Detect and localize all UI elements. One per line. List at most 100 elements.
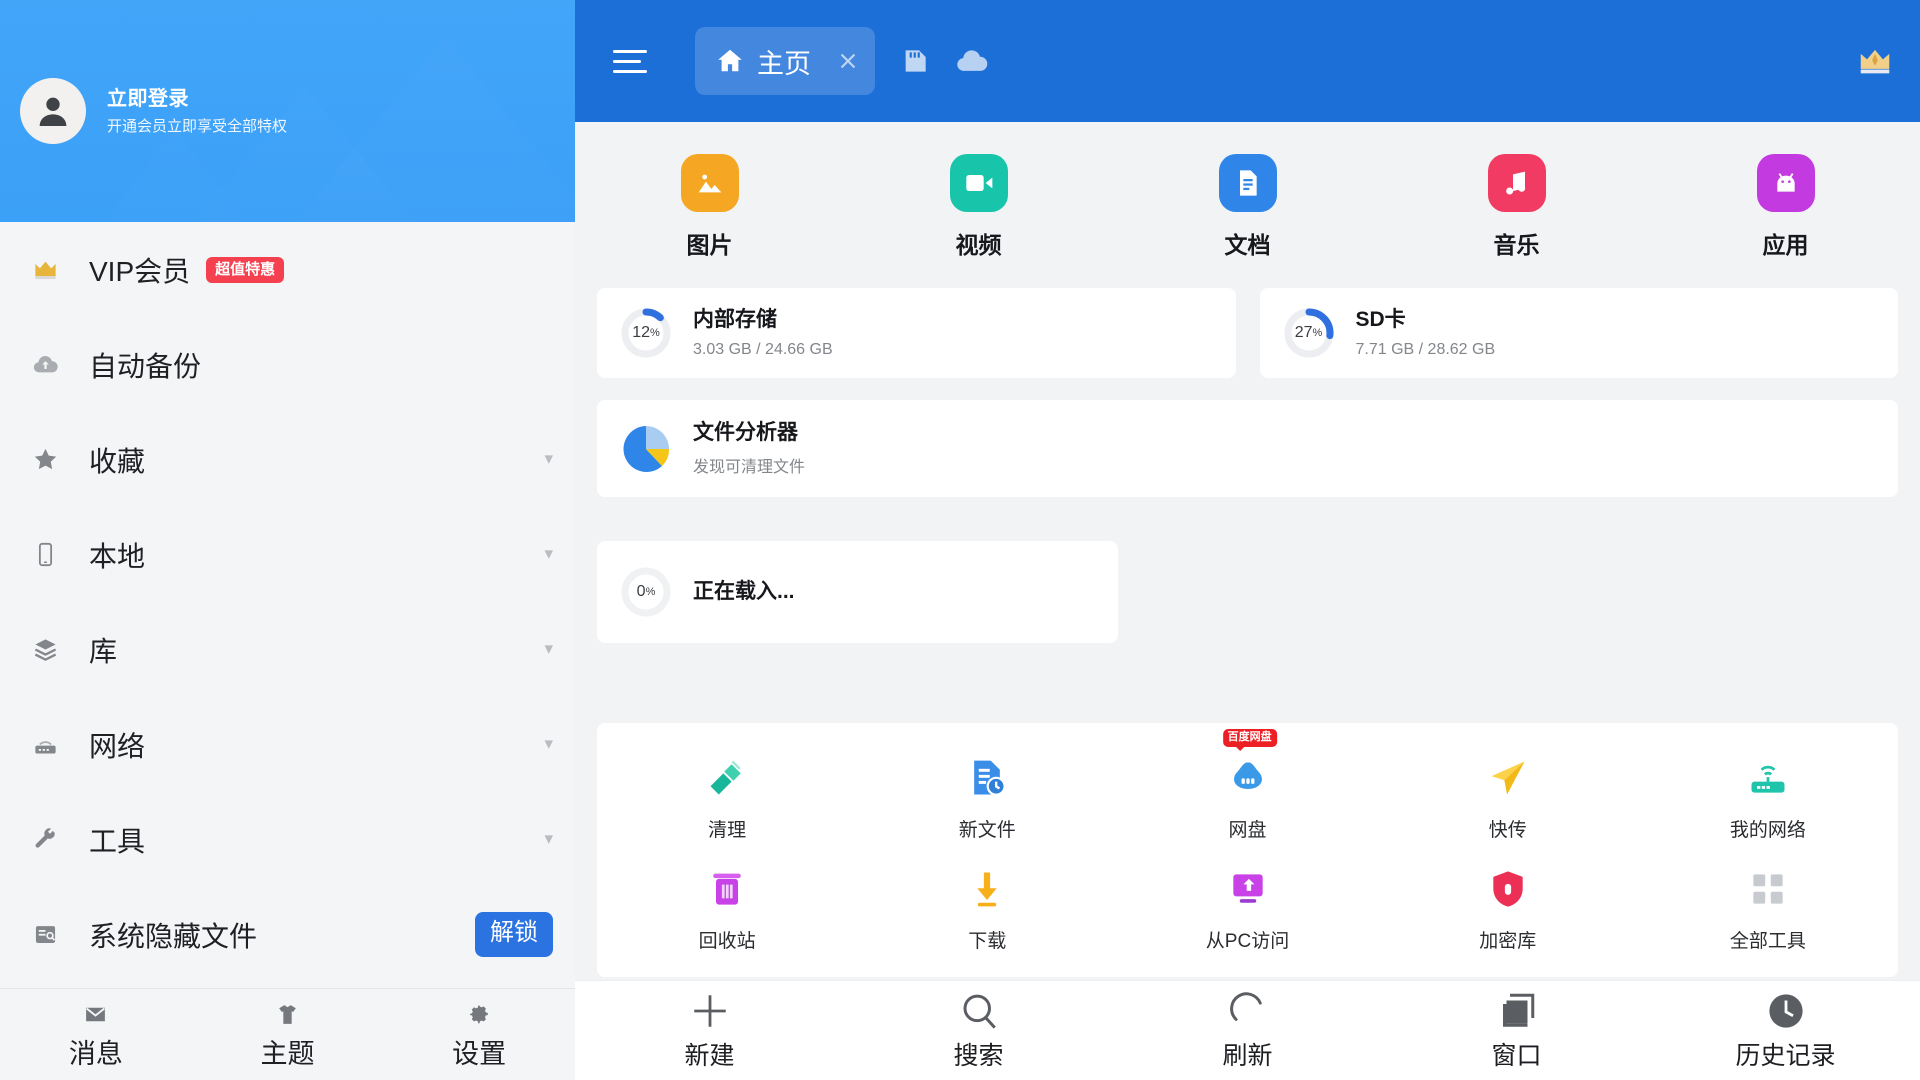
shortcut-all-tools[interactable]: 全部工具: [1638, 856, 1898, 967]
loading-text: 正在载入...: [693, 579, 795, 605]
document-icon: [1218, 154, 1277, 212]
login-title: 立即登录: [107, 87, 189, 110]
toolbar-new[interactable]: 新建: [575, 990, 844, 1072]
unlock-button[interactable]: 解锁: [475, 912, 553, 957]
shortcut-label: 全部工具: [1729, 931, 1806, 952]
sidebar-item-library[interactable]: 库 ▾: [0, 602, 575, 697]
top-bar: 主页: [575, 0, 1920, 122]
sidebar-menu: VIP会员 超值特惠 自动备份 收藏 ▾ 本地 ▾ 库 ▾ 网络 ▾ 工具 ▾ …: [0, 222, 575, 988]
category-images[interactable]: 图片: [575, 154, 844, 260]
shield-lock-icon: [1485, 866, 1531, 912]
toolbar-windows[interactable]: 窗口: [1382, 990, 1651, 1072]
usage-percent: 12%: [632, 324, 660, 341]
shortcut-encrypted-vault[interactable]: 加密库: [1378, 856, 1638, 967]
shortcut-label: 从PC访问: [1205, 931, 1290, 952]
sidebar-item-favorites[interactable]: 收藏 ▾: [0, 412, 575, 507]
shortcut-panel: 清理 新文件 百度网盘 网盘 快传 我的网络 回收站 下载 从PC访问 加密库 …: [597, 723, 1898, 977]
sidebar-item-auto-backup[interactable]: 自动备份: [0, 317, 575, 412]
sidebar-nav-theme[interactable]: 主题: [192, 989, 384, 1080]
category-row: 图片 视频 文档 音乐 应用: [575, 122, 1920, 288]
sidebar-item-hidden-files[interactable]: 系统隐藏文件 解锁: [0, 887, 575, 982]
analyzer-text: 文件分析器 发现可清理文件: [693, 420, 805, 477]
toolbar-label: 新建: [684, 1041, 735, 1070]
shortcut-label: 清理: [708, 820, 747, 841]
category-videos[interactable]: 视频: [844, 154, 1113, 260]
shortcut-send[interactable]: 快传: [1378, 745, 1638, 856]
search-icon: [963, 994, 996, 1029]
category-label: 文档: [1224, 232, 1271, 258]
sidebar-item-label: 网络: [89, 730, 146, 762]
storage-card-sdcard[interactable]: 27% SD卡 7.71 GB / 28.62 GB: [1259, 288, 1898, 378]
category-apps[interactable]: 应用: [1651, 154, 1920, 260]
chevron-down-icon[interactable]: ▾: [544, 830, 553, 847]
shortcut-label: 快传: [1488, 820, 1527, 841]
phone-icon: [22, 541, 68, 568]
category-music[interactable]: 音乐: [1382, 154, 1651, 260]
category-label: 应用: [1762, 232, 1809, 258]
loading-card[interactable]: 0% 正在载入...: [597, 541, 1118, 644]
netdisk-tag: 百度网盘: [1222, 729, 1277, 751]
sidebar-nav-messages[interactable]: 消息: [0, 989, 192, 1080]
layers-icon: [22, 636, 68, 663]
chevron-down-icon[interactable]: ▾: [544, 735, 553, 752]
vip-crown-button[interactable]: [1856, 42, 1894, 80]
chevron-down-icon[interactable]: ▾: [544, 450, 553, 467]
shortcut-clean[interactable]: 清理: [597, 745, 857, 856]
shortcut-row-1: 清理 新文件 百度网盘 网盘 快传 我的网络: [597, 729, 1898, 856]
sidebar-nav-label: 设置: [452, 1039, 507, 1069]
tab-home[interactable]: 主页: [695, 27, 875, 95]
sidebar-item-tools[interactable]: 工具 ▾: [0, 792, 575, 887]
send-icon: [1485, 755, 1531, 801]
shortcut-label: 下载: [968, 931, 1007, 952]
download-icon: [964, 866, 1010, 912]
toolbar-refresh[interactable]: 刷新: [1113, 990, 1382, 1072]
shortcut-label: 新文件: [958, 820, 1016, 841]
category-label: 音乐: [1493, 232, 1540, 258]
shortcut-my-network[interactable]: 我的网络: [1638, 745, 1898, 856]
storage-card-text: SD卡 7.71 GB / 28.62 GB: [1356, 307, 1496, 358]
cloud-icon[interactable]: [955, 44, 989, 78]
file-manager-window: 立即登录 开通会员立即享受全部特权 VIP会员 超值特惠 自动备份 收藏 ▾ 本…: [0, 0, 1920, 1080]
sidebar-item-local[interactable]: 本地 ▾: [0, 507, 575, 602]
toolbar-search[interactable]: 搜索: [844, 990, 1113, 1072]
toolbar-history[interactable]: 历史记录: [1651, 990, 1920, 1072]
shortcut-netdisk[interactable]: 百度网盘 网盘: [1117, 729, 1377, 856]
usage-ring: 27%: [1282, 306, 1336, 360]
usage-ring: 12%: [619, 306, 673, 360]
chevron-down-icon[interactable]: ▾: [544, 545, 553, 562]
avatar[interactable]: [20, 78, 86, 144]
category-documents[interactable]: 文档: [1113, 154, 1382, 260]
storage-card-internal[interactable]: 12% 内部存储 3.03 GB / 24.66 GB: [597, 288, 1236, 378]
router-wifi-icon: [1745, 755, 1791, 801]
chevron-down-icon[interactable]: ▾: [544, 640, 553, 657]
loading-row: 0% 正在载入...: [575, 497, 1920, 644]
shortcut-new-file[interactable]: 新文件: [857, 745, 1117, 856]
shortcut-pc-access[interactable]: 从PC访问: [1117, 856, 1377, 967]
status-badge: 超值特惠: [206, 256, 285, 283]
close-icon[interactable]: [835, 48, 861, 74]
sidebar-nav-settings[interactable]: 设置: [383, 989, 575, 1080]
storage-row: 12% 内部存储 3.03 GB / 24.66 GB 27% SD卡 7.71…: [575, 288, 1920, 378]
usage-percent: 27%: [1294, 324, 1323, 341]
shortcut-label: 我的网络: [1729, 820, 1806, 841]
refresh-icon: [1229, 991, 1262, 1021]
tshirt-icon: [279, 1005, 296, 1024]
account-header[interactable]: 立即登录 开通会员立即享受全部特权: [0, 0, 575, 222]
windows-icon: [1502, 993, 1534, 1027]
category-label: 图片: [686, 232, 733, 258]
analyzer-subtitle: 发现可清理文件: [693, 459, 806, 477]
toolbar-label: 搜索: [953, 1041, 1004, 1070]
sidebar-item-network[interactable]: 网络 ▾: [0, 697, 575, 792]
pc-access-icon: [1225, 866, 1271, 912]
file-analyzer-card[interactable]: 文件分析器 发现可清理文件: [597, 400, 1898, 498]
hidden-file-icon: [22, 921, 68, 948]
crown-icon: [22, 256, 68, 283]
crown-icon: [1860, 49, 1890, 74]
shortcut-recycle-bin[interactable]: 回收站: [597, 856, 857, 967]
history-icon: [1768, 993, 1803, 1028]
sidebar-item-vip[interactable]: VIP会员 超值特惠: [0, 222, 575, 317]
shortcut-download[interactable]: 下载: [857, 856, 1117, 967]
sidebar-item-label: 收藏: [89, 445, 146, 477]
sdcard-icon[interactable]: [899, 45, 931, 77]
hamburger-icon[interactable]: [613, 42, 657, 80]
